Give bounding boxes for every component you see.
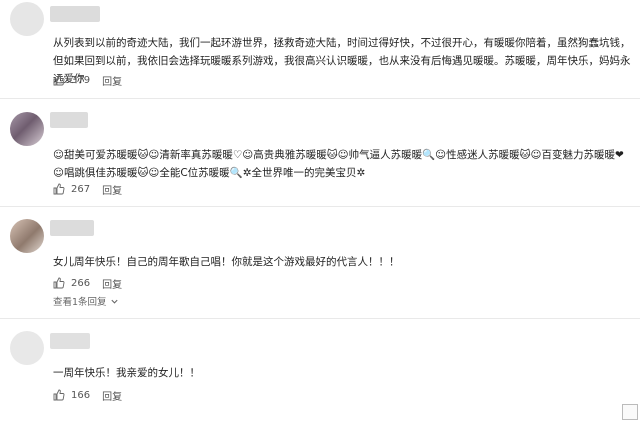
like-button[interactable]: 267 xyxy=(53,183,90,195)
comment-actions: 166 回复 xyxy=(53,387,122,403)
reply-button[interactable]: 回复 xyxy=(102,73,122,88)
username-blurred[interactable] xyxy=(50,333,90,349)
thumbs-up-icon xyxy=(53,277,65,289)
like-count: 166 xyxy=(71,389,91,401)
avatar[interactable] xyxy=(10,2,44,36)
comment-text: 从列表到以前的奇迹大陆，我们一起环游世界，拯救奇迹大陆，时间过得好快，不过很开心… xyxy=(53,37,631,85)
divider xyxy=(0,206,640,207)
avatar[interactable] xyxy=(10,219,44,253)
divider xyxy=(0,98,640,99)
comment-actions: 266 回复 xyxy=(53,275,122,291)
reply-button[interactable]: 回复 xyxy=(102,388,122,403)
username-blurred[interactable] xyxy=(50,220,94,236)
view-replies-label: 查看1条回复 xyxy=(53,297,107,308)
comment-actions: 267 回复 xyxy=(53,181,122,197)
avatar[interactable] xyxy=(10,112,44,146)
like-button[interactable]: 266 xyxy=(53,277,90,289)
username-blurred[interactable] xyxy=(50,6,100,22)
like-button[interactable]: 166 xyxy=(53,389,90,401)
avatar[interactable] xyxy=(10,331,44,365)
username-blurred[interactable] xyxy=(50,112,88,128)
comment-text: ☺甜美可爱苏暖暖🐱☺清新率真苏暖暖♡☺高贵典雅苏暖暖🐱☺帅气逼人苏暖暖🔍☺性感迷… xyxy=(53,149,624,179)
comment-text: 女儿周年快乐！自己的周年歌自己唱！你就是这个游戏最好的代言人！！！ xyxy=(53,256,400,268)
thumbs-up-icon xyxy=(53,74,65,86)
comment-actions: 379 回复 xyxy=(53,72,122,88)
view-replies-link[interactable]: 查看1条回复 xyxy=(53,294,119,308)
resize-handle[interactable] xyxy=(622,404,638,420)
reply-button[interactable]: 回复 xyxy=(102,276,122,291)
like-count: 266 xyxy=(71,277,91,289)
like-count: 379 xyxy=(71,74,91,86)
comment-text: 一周年快乐！我亲爱的女儿！！ xyxy=(53,367,200,379)
reply-button[interactable]: 回复 xyxy=(102,182,122,197)
like-button[interactable]: 379 xyxy=(53,74,90,86)
thumbs-up-icon xyxy=(53,389,65,401)
like-count: 267 xyxy=(71,183,91,195)
divider xyxy=(0,318,640,319)
chevron-down-icon xyxy=(110,299,118,304)
thumbs-up-icon xyxy=(53,183,65,195)
